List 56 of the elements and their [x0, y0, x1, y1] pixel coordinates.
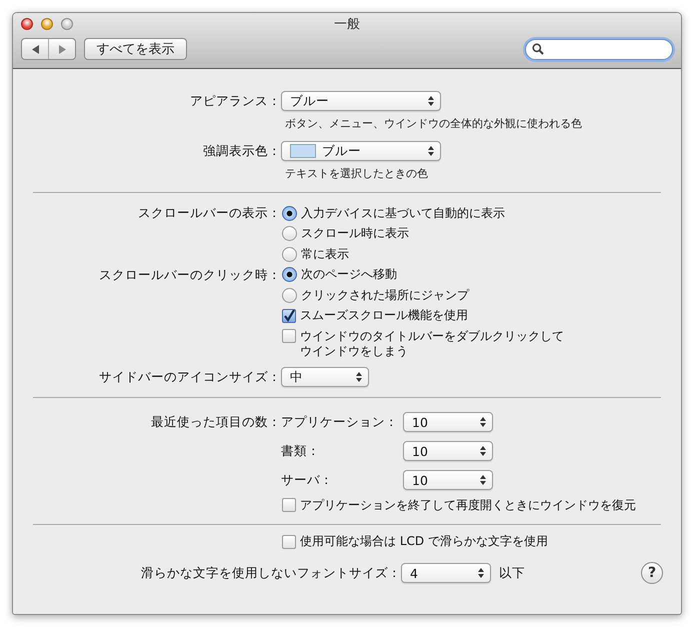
radio-button[interactable] — [282, 267, 297, 282]
hint-text: テキストを選択したときの色 — [284, 166, 428, 181]
field-label: スクロールバーの表示： — [137, 204, 281, 222]
show-all-button[interactable]: すべてを表示 — [84, 38, 187, 60]
updown-arrows-icon — [356, 372, 362, 382]
close-button[interactable] — [21, 18, 33, 30]
popup-menu[interactable]: 中 — [281, 367, 369, 387]
help-button[interactable]: ? — [641, 562, 663, 584]
field-label: 強調表示色： — [202, 142, 281, 160]
checkmark-icon — [283, 310, 295, 322]
checkbox-label: スムーズスクロール機能を使用 — [300, 308, 468, 324]
field-label: 最近使った項目の数： — [150, 413, 281, 431]
left-triangle-icon — [32, 44, 38, 54]
updown-arrows-icon — [480, 446, 486, 456]
field-label: 書類： — [281, 442, 321, 460]
field-label: サイドバーのアイコンサイズ： — [98, 368, 281, 386]
updown-arrows-icon — [478, 568, 484, 578]
popup-menu[interactable]: ブルー — [281, 91, 441, 111]
zoom-button[interactable] — [61, 18, 73, 30]
field-label: スクロールバーのクリック時： — [98, 266, 281, 284]
checkbox[interactable] — [282, 308, 296, 323]
unit-label: 以下 — [499, 564, 525, 582]
search-field[interactable] — [525, 38, 673, 60]
popup-menu[interactable]: 10 — [403, 470, 493, 490]
checkbox[interactable] — [282, 329, 296, 343]
option-label: 常に表示 — [301, 246, 349, 262]
updown-arrows-icon — [428, 96, 434, 106]
option-label: スクロール時に表示 — [301, 226, 409, 242]
option-label: クリックされた場所にジャンプ — [301, 288, 469, 303]
checkbox-label: ウインドウのタイトルバーをダブルクリックしてウインドウをしまう — [300, 329, 565, 359]
field-label: サーバ： — [281, 472, 334, 488]
updown-arrows-icon — [480, 417, 486, 427]
popup-menu[interactable]: 10 — [403, 441, 493, 461]
checkbox-label: アプリケーションを終了して再度開くときにウインドウを復元 — [300, 498, 636, 513]
popup-menu[interactable]: 10 — [403, 412, 493, 432]
checkbox-label: 使用可能な場合は LCD で滑らかな文字を使用 — [300, 534, 548, 550]
updown-arrows-icon — [480, 475, 486, 485]
popup-menu[interactable]: 4 — [401, 563, 491, 583]
field-label: アピアランス： — [189, 92, 281, 110]
radio-button[interactable] — [282, 226, 297, 242]
radio-button[interactable] — [282, 288, 297, 303]
radio-button[interactable] — [282, 206, 297, 221]
window-title: 一般 — [334, 16, 360, 33]
minimize-button[interactable] — [41, 18, 53, 30]
radio-button[interactable] — [282, 246, 297, 262]
field-label: 滑らかな文字を使用しないフォントサイズ： — [140, 564, 401, 582]
search-icon — [532, 43, 544, 55]
hint-text: ボタン、メニュー、ウインドウの全体的な外観に使われる色 — [284, 116, 582, 131]
option-label: 次のページへ移動 — [301, 267, 397, 282]
checkbox[interactable] — [282, 534, 296, 549]
option-label: 入力デバイスに基づいて自動的に表示 — [301, 206, 505, 221]
field-label: アプリケーション： — [281, 414, 399, 430]
right-triangle-icon — [58, 44, 66, 54]
checkbox[interactable] — [282, 498, 296, 512]
updown-arrows-icon — [428, 146, 434, 156]
popup-menu[interactable]: ブルー — [281, 141, 441, 161]
